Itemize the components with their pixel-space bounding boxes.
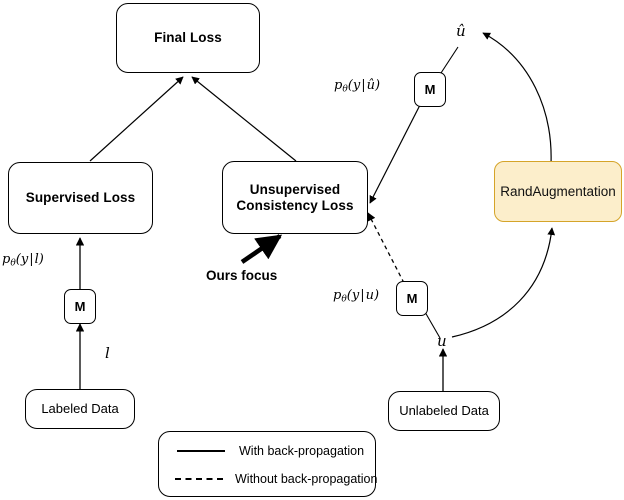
node-final-loss-label: Final Loss: [154, 30, 222, 46]
legend-solid-line-icon: [175, 450, 227, 452]
legend-row-dashed: Without back-propagation: [159, 466, 378, 492]
node-model-top[interactable]: M: [414, 72, 446, 107]
math-arg: u: [365, 288, 374, 303]
node-labeled-data[interactable]: Labeled Data: [25, 389, 135, 429]
node-supervised-loss-label: Supervised Loss: [25, 190, 136, 206]
node-unlabeled-data-label: Unlabeled Data: [399, 403, 489, 419]
edge-model-bottom-to-unsupervised-dashed: [367, 212, 405, 284]
node-supervised-loss[interactable]: Supervised Loss: [8, 162, 153, 234]
node-labeled-data-label: Labeled Data: [41, 401, 119, 417]
math-arg: û: [366, 78, 375, 93]
node-model-top-label: M: [424, 81, 436, 97]
node-unsupervised-consistency-loss[interactable]: Unsupervised Consistency Loss: [222, 161, 368, 234]
node-unsupervised-consistency-loss-label: Unsupervised Consistency Loss: [236, 181, 354, 213]
legend: With back-propagation Without back-propa…: [158, 431, 378, 497]
math-close: ): [374, 78, 381, 93]
node-model-bottom[interactable]: M: [396, 281, 428, 316]
edge-model-top-to-unsupervised: [369, 104, 421, 204]
node-model-left-label: M: [74, 298, 86, 314]
var-label-labeled: l: [105, 344, 110, 362]
node-randaugmentation[interactable]: RandAugmentation: [494, 161, 622, 222]
node-randaugmentation-label: RandAugmentation: [500, 183, 616, 199]
var-label-augmented: û: [456, 22, 466, 40]
var-label-unlabeled: u: [437, 332, 447, 350]
math-label-augmented-prob: pθ(y|û): [334, 78, 380, 94]
math-label-labeled-prob: pθ(y|l): [2, 252, 44, 268]
math-close: ): [373, 288, 380, 303]
node-final-loss[interactable]: Final Loss: [116, 3, 260, 73]
annotation-ours-focus: Ours focus: [206, 268, 278, 283]
diagram-canvas: Final Loss Supervised Loss Unsupervised …: [0, 0, 624, 500]
node-unlabeled-data[interactable]: Unlabeled Data: [388, 391, 500, 431]
ours-focus-arrow: [240, 234, 283, 264]
math-label-unaugmented-prob: pθ(y|u): [333, 288, 379, 304]
edge-supervised-to-final: [89, 76, 184, 162]
legend-dashed-line-icon: [175, 478, 223, 480]
legend-label-with-backprop: With back-propagation: [239, 444, 365, 458]
edge-unsupervised-to-final: [191, 76, 297, 162]
node-model-left[interactable]: M: [64, 289, 96, 324]
legend-row-solid: With back-propagation: [159, 438, 375, 464]
legend-label-without-backprop: Without back-propagation: [235, 472, 378, 486]
edge-randaugmentation-to-uhat: [482, 32, 552, 165]
math-close: ): [38, 252, 44, 267]
edge-uhat-to-model-top: [440, 46, 459, 74]
node-model-bottom-label: M: [406, 290, 418, 306]
edge-u-to-randaugmentation: [451, 227, 556, 338]
